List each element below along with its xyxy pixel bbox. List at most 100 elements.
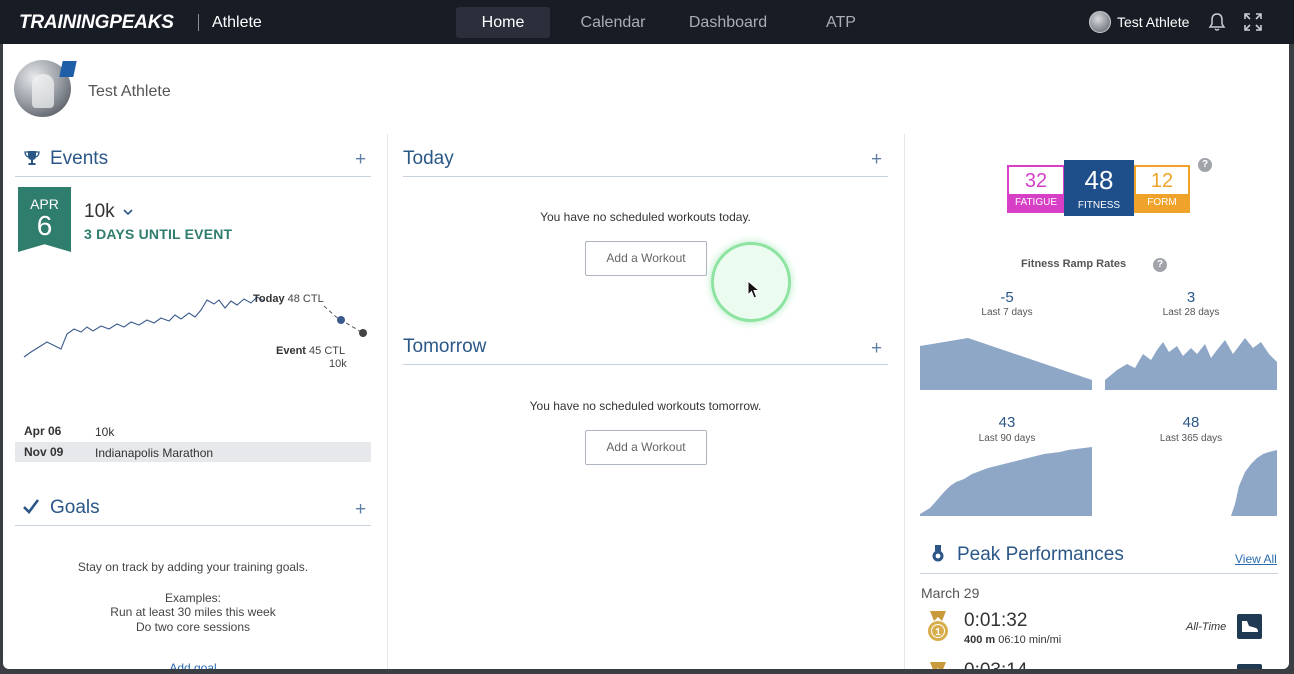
peak-distance: 400 m [964,634,996,646]
trainingpeaks-logo[interactable]: TRAININGPEAKS [19,12,174,34]
ramp-area [920,447,1092,516]
today-label: Today [253,293,285,305]
event-date-badge: APR 6 [18,187,71,252]
run-shoe-icon [1237,614,1262,639]
event-day: 6 [36,210,53,241]
bell-icon[interactable] [1207,12,1227,32]
goals-divider [15,525,371,526]
goals-empty-message: Stay on track by adding your training go… [77,560,309,574]
tab-calendar[interactable]: Calendar [566,7,660,38]
events-title: Events [50,148,109,169]
today-title: Today [403,148,454,169]
tomorrow-title: Tomorrow [403,336,487,357]
help-icon[interactable]: ? [1153,258,1167,272]
ramp-chart-90-days [920,447,1092,516]
tomorrow-empty-message: You have no scheduled workouts tomorrow. [529,399,762,413]
goals-examples-label: Examples: [164,591,222,605]
ramp-chart-7-days [920,338,1092,390]
add-goal-button[interactable]: + [355,500,366,519]
goals-example: Run at least 30 miles this week [110,605,276,619]
today-divider [403,176,888,177]
event-selector[interactable]: 10k [84,201,134,223]
events-divider [15,176,371,177]
event-date: Nov 09 [24,445,64,459]
trophy-icon [24,150,40,171]
profile-name: Test Athlete [88,83,171,100]
event-list-name: Indianapolis Marathon [95,446,214,460]
add-today-workout-button[interactable]: + [871,150,882,169]
view-all-link[interactable]: View All [1235,552,1277,566]
premium-badge-icon [59,61,77,77]
home-page: Test Athlete Events + APR 6 10k 3 DAYS U… [3,44,1289,669]
peak-time: 0:03:14 [964,660,1027,669]
today-ctl-label: Today 48 CTL [253,293,324,305]
tab-home[interactable]: Home [456,7,550,38]
peak-pace: 06:10 min/mi [998,634,1062,646]
event-month: APR [30,196,59,212]
peak-time: 0:01:32 [964,610,1028,631]
today-ctl: 48 CTL [287,293,324,305]
form-value: 12 [1150,170,1174,192]
top-navigation-bar: TRAININGPEAKS Athlete Home Calendar Dash… [0,0,1294,44]
tomorrow-divider [403,364,888,365]
ramp-period: Last 7 days [981,307,1033,318]
fitness-metric[interactable]: 48 FITNESS [1064,160,1134,216]
column-divider [387,134,388,669]
ramp-period: Last 28 days [1162,307,1220,318]
goals-title: Goals [50,497,100,518]
add-goal-link[interactable]: Add goal [15,661,371,669]
fatigue-metric[interactable]: 32 FATIGUE [1007,165,1065,213]
run-shoe-icon [1237,664,1262,669]
peak-date: March 29 [921,585,980,601]
ramp-rates-title: Fitness Ramp Rates [1021,258,1127,270]
chevron-down-icon [122,201,134,223]
user-menu[interactable]: Test Athlete [1089,11,1189,33]
peak-rank: All-Time [1186,621,1227,633]
svg-text:1: 1 [935,627,941,638]
checkmark-icon [22,498,40,519]
logo-divider [198,14,199,31]
mouse-pointer-icon [747,280,761,299]
gold-medal-icon: 1 [925,611,951,650]
ramp-area [1105,338,1277,390]
add-workout-tomorrow-button[interactable]: Add a Workout [585,430,707,465]
peak-detail: 400 m 06:10 min/mi [964,634,1061,646]
help-icon[interactable]: ? [1198,158,1212,172]
ramp-chart-28-days [1105,338,1277,390]
event-name: 10k [84,201,115,223]
app-name: Athlete [212,14,262,31]
add-tomorrow-workout-button[interactable]: + [871,339,882,358]
ramp-area [920,338,1092,390]
peak-performances-title: Peak Performances [957,544,1124,565]
form-metric[interactable]: 12 FORM [1134,165,1190,213]
event-list-name: 10k [95,425,115,439]
event-label: Event [276,345,306,357]
ramp-chart-365-days [1231,450,1277,516]
today-empty-message: You have no scheduled workouts today. [540,210,751,224]
ramp-value: 43 [998,414,1016,431]
ctl-history-line [23,296,265,358]
event-marker [359,329,367,337]
list-item[interactable]: Nov 09 Indianapolis Marathon [15,442,371,462]
event-type: 10k [329,358,347,370]
gold-medal-icon [925,662,951,669]
event-ctl-label: Event 45 CTL [276,345,345,357]
fatigue-label: FATIGUE [1009,194,1063,211]
event-countdown: 3 DAYS UNTIL EVENT [84,226,233,242]
ramp-value: 48 [1182,414,1200,431]
add-event-button[interactable]: + [355,150,366,169]
fitness-value: 48 [1084,165,1114,195]
list-item[interactable]: Apr 06 10k [15,421,371,441]
form-label: FORM [1136,194,1188,211]
fullscreen-icon[interactable] [1243,12,1263,32]
tab-dashboard[interactable]: Dashboard [676,7,780,38]
ramp-value: -5 [1000,289,1014,306]
user-name: Test Athlete [1117,14,1190,30]
ramp-area [1231,450,1277,516]
tab-atp[interactable]: ATP [800,7,882,38]
medal-icon [931,545,945,568]
event-date: Apr 06 [24,424,62,438]
add-workout-today-button[interactable]: Add a Workout [585,241,707,276]
today-marker [337,316,345,324]
fitness-label: FITNESS [1077,200,1121,211]
